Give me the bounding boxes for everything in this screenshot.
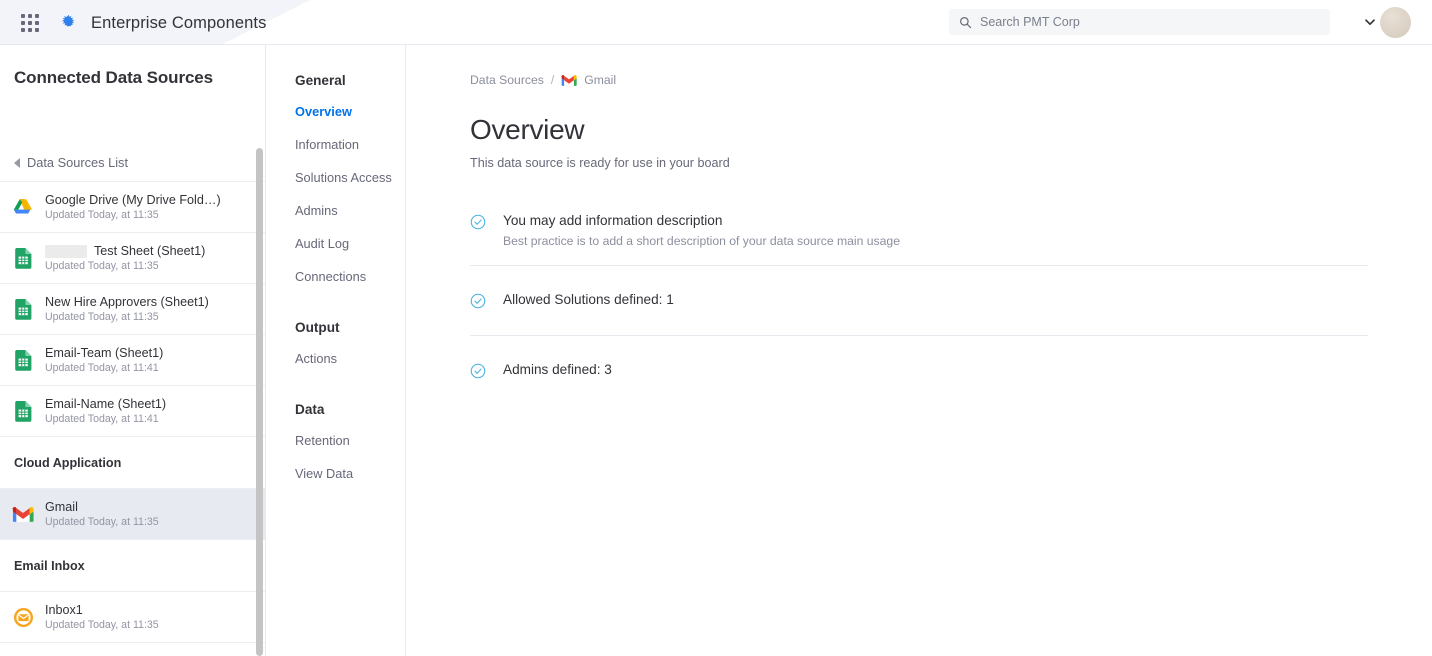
data-source-updated: Updated Today, at 11:35 <box>45 209 221 221</box>
data-source-list-item[interactable]: Google Drive (My Drive Fold…) Updated Tod… <box>0 182 266 233</box>
google-sheets-icon <box>12 298 34 320</box>
back-link-label: Data Sources List <box>27 155 128 170</box>
nav-item-view-data[interactable]: View Data <box>295 466 353 481</box>
inbox-envelope-icon <box>12 606 34 628</box>
global-search-input[interactable] <box>980 15 1320 29</box>
back-to-data-sources-list[interactable]: Data Sources List <box>14 155 128 170</box>
breadcrumb-current-label: Gmail <box>584 73 616 87</box>
google-drive-icon <box>12 196 34 218</box>
back-arrow-icon <box>14 158 20 168</box>
data-source-updated: Updated Today, at 11:35 <box>45 311 209 323</box>
settings-nav-column: General Overview Information Solutions Acce… <box>266 45 406 656</box>
nav-item-actions[interactable]: Actions <box>295 351 337 366</box>
google-sheets-icon <box>12 400 34 422</box>
group-label: Cloud Application <box>14 456 121 470</box>
data-source-name: Gmail <box>45 500 78 514</box>
redacted-text-block <box>45 245 87 258</box>
nav-item-overview[interactable]: Overview <box>295 104 352 119</box>
checklist-divider <box>470 335 1368 336</box>
google-drive-icon <box>13 198 33 216</box>
google-sheets-icon <box>15 299 32 320</box>
data-source-group-header: Email Inbox <box>0 540 266 592</box>
blob-logo-icon <box>58 12 80 34</box>
breadcrumb-separator: / <box>551 73 554 87</box>
nav-section-heading: Output <box>295 320 340 335</box>
checklist-item[interactable]: Admins defined: 3 <box>470 362 1368 384</box>
nav-item-information[interactable]: Information <box>295 137 359 152</box>
left-panel-scrollbar[interactable] <box>256 148 263 656</box>
check-circle-icon <box>470 214 486 230</box>
panel-title: Connected Data Sources <box>14 68 213 88</box>
checklist-divider <box>470 265 1368 266</box>
nav-item-admins[interactable]: Admins <box>295 203 338 218</box>
checklist-item-title: You may add information description <box>503 213 900 228</box>
data-source-updated: Updated Today, at 11:41 <box>45 413 166 425</box>
page-title: Overview <box>470 114 584 146</box>
breadcrumb: Data Sources / Gmail <box>470 73 616 87</box>
data-source-updated: Updated Today, at 11:35 <box>45 619 159 631</box>
data-source-updated: Updated Today, at 11:41 <box>45 362 163 374</box>
data-source-updated: Updated Today, at 11:35 <box>45 260 205 272</box>
nav-item-audit-log[interactable]: Audit Log <box>295 236 349 251</box>
top-bar: Enterprise Components <box>0 0 1432 45</box>
check-circle-icon <box>470 293 486 309</box>
list-top-spacer <box>0 171 266 182</box>
data-source-list-item[interactable]: New Hire Approvers (Sheet1) Updated Today… <box>0 284 266 335</box>
data-source-name: Email-Name (Sheet1) <box>45 397 166 411</box>
data-source-updated: Updated Today, at 11:35 <box>45 516 159 528</box>
global-search-box[interactable] <box>949 9 1330 35</box>
data-source-list-item[interactable]: Inbox1 Updated Today, at 11:35 <box>0 592 266 643</box>
data-source-list-item[interactable]: Gmail Updated Today, at 11:35 <box>0 489 266 540</box>
apps-grid-icon[interactable] <box>20 13 40 33</box>
checklist-item[interactable]: You may add information description Best … <box>470 213 1368 248</box>
main-content: Data Sources / Gmail Overview This data … <box>406 45 1432 656</box>
checklist-item-title: Admins defined: 3 <box>503 362 612 377</box>
gmail-icon <box>561 74 577 87</box>
nav-item-connections[interactable]: Connections <box>295 269 366 284</box>
nav-item-retention[interactable]: Retention <box>295 433 350 448</box>
gmail-icon <box>12 506 34 523</box>
data-source-name: Google Drive (My Drive Fold…) <box>45 193 221 207</box>
data-source-name: New Hire Approvers (Sheet1) <box>45 295 209 309</box>
search-icon <box>959 16 972 29</box>
checklist-item-description: Best practice is to add a short descript… <box>503 234 900 248</box>
user-avatar[interactable] <box>1380 7 1411 38</box>
check-circle-icon <box>470 214 486 248</box>
google-sheets-icon <box>15 401 32 422</box>
data-source-list-item[interactable]: Email-Team (Sheet1) Updated Today, at 11:… <box>0 335 266 386</box>
nav-section-heading: General <box>295 73 346 88</box>
data-source-name: Email-Team (Sheet1) <box>45 346 163 360</box>
google-sheets-icon <box>12 247 34 269</box>
chevron-down-icon[interactable] <box>1362 14 1378 30</box>
gmail-icon <box>12 503 34 525</box>
check-circle-icon <box>470 293 486 314</box>
brand-logo-link[interactable]: Enterprise Components <box>58 11 266 35</box>
check-circle-icon <box>470 363 486 384</box>
inbox-envelope-icon <box>13 607 34 628</box>
check-circle-icon <box>470 363 486 379</box>
data-source-list-item[interactable]: Email-Name (Sheet1) Updated Today, at 11:… <box>0 386 266 437</box>
connected-data-sources-panel: Connected Data Sources Data Sources List… <box>0 45 266 656</box>
data-source-group-header: Cloud Application <box>0 437 266 489</box>
google-sheets-icon <box>15 248 32 269</box>
data-source-list-scroll-area: Google Drive (My Drive Fold…) Updated Tod… <box>0 171 266 656</box>
data-source-name: Test Sheet (Sheet1) <box>94 244 205 258</box>
breadcrumb-current[interactable]: Gmail <box>561 73 616 87</box>
group-label: Email Inbox <box>14 559 85 573</box>
google-sheets-icon <box>15 350 32 371</box>
nav-item-solutions-access[interactable]: Solutions Access <box>295 170 392 185</box>
data-source-name: Inbox1 <box>45 603 83 617</box>
checklist-item-title: Allowed Solutions defined: 1 <box>503 292 674 307</box>
breadcrumb-root[interactable]: Data Sources <box>470 73 544 87</box>
brand-title: Enterprise Components <box>91 14 266 33</box>
checklist-item[interactable]: Allowed Solutions defined: 1 <box>470 292 1368 314</box>
nav-section-heading: Data <box>295 402 324 417</box>
data-source-list-item[interactable]: Test Sheet (Sheet1) Updated Today, at 11:… <box>0 233 266 284</box>
google-sheets-icon <box>12 349 34 371</box>
page-subtitle: This data source is ready for use in you… <box>470 156 730 170</box>
